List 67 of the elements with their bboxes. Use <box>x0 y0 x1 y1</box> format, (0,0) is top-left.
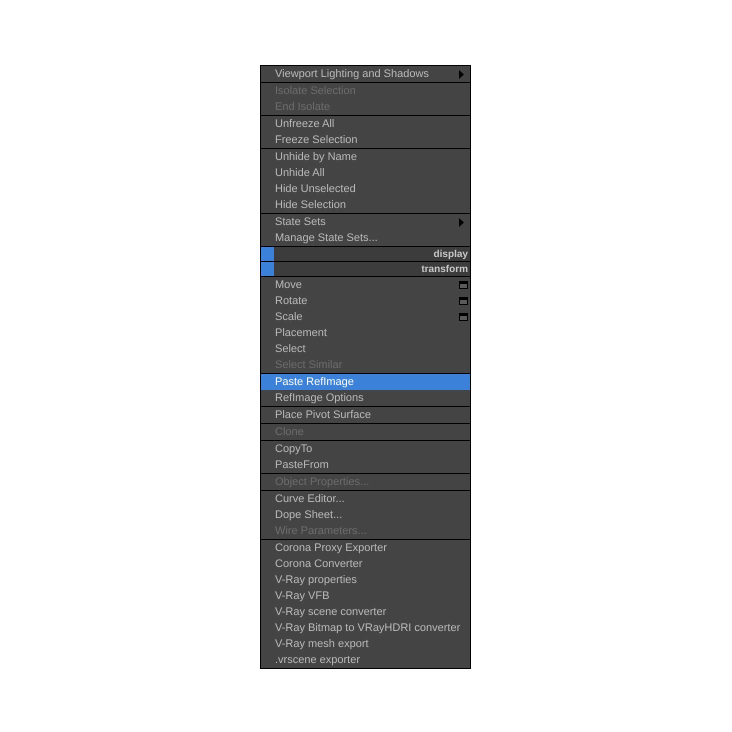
section-marker <box>261 247 274 261</box>
menu-item-label: V-Ray mesh export <box>275 638 370 650</box>
menu-item[interactable]: Freeze Selection <box>261 132 470 148</box>
menu-item[interactable]: Curve Editor... <box>261 491 470 507</box>
menu-item[interactable]: Move <box>261 277 470 293</box>
menu-item-label: Unhide by Name <box>275 151 358 163</box>
option-box-icon <box>459 297 468 305</box>
menu-item-label: Select <box>275 343 307 355</box>
menu-item[interactable]: Placement <box>261 325 470 341</box>
menu-item-label: RefImage Options <box>275 392 365 404</box>
menu-item[interactable]: State Sets <box>261 214 470 230</box>
menu-item[interactable]: Corona Converter <box>261 556 470 572</box>
menu-item-label: Move <box>275 279 303 291</box>
menu-item[interactable]: V-Ray VFB <box>261 588 470 604</box>
option-box-icon <box>459 313 468 321</box>
menu-item[interactable]: CopyTo <box>261 441 470 457</box>
menu-item-label: V-Ray Bitmap to VRayHDRI converter <box>275 622 462 634</box>
submenu-arrow-icon <box>459 218 464 226</box>
menu-item[interactable]: Select <box>261 341 470 357</box>
menu-item-label: .vrscene exporter <box>275 654 361 666</box>
menu-item[interactable]: Manage State Sets... <box>261 230 470 246</box>
menu-item[interactable]: V-Ray properties <box>261 572 470 588</box>
menu-item[interactable]: Place Pivot Surface <box>261 407 470 423</box>
menu-item-label: Freeze Selection <box>275 134 359 146</box>
menu-item-label: V-Ray VFB <box>275 590 330 602</box>
option-box-icon <box>459 281 468 289</box>
menu-item-label: V-Ray properties <box>275 574 358 586</box>
menu-item-label: Rotate <box>275 295 308 307</box>
menu-item-label: Unfreeze All <box>275 118 336 130</box>
menu-item[interactable]: Hide Unselected <box>261 181 470 197</box>
menu-item-label: Placement <box>275 327 328 339</box>
menu-item-label: Place Pivot Surface <box>275 409 372 421</box>
menu-item-label: Hide Selection <box>275 199 347 211</box>
menu-item[interactable]: Hide Selection <box>261 197 470 213</box>
menu-item[interactable]: V-Ray Bitmap to VRayHDRI converter <box>261 620 470 636</box>
section-marker <box>261 262 274 276</box>
menu-item[interactable]: V-Ray scene converter <box>261 604 470 620</box>
menu-item[interactable]: Rotate <box>261 293 470 309</box>
menu-item[interactable]: Unhide All <box>261 165 470 181</box>
menu-item-label: Corona Converter <box>275 558 364 570</box>
menu-item-label: Paste RefImage <box>275 376 355 388</box>
section-title: display <box>434 248 468 260</box>
menu-item-label: Manage State Sets... <box>275 232 379 244</box>
menu-item[interactable]: Corona Proxy Exporter <box>261 540 470 556</box>
menu-item[interactable]: Dope Sheet... <box>261 507 470 523</box>
menu-item-label: V-Ray scene converter <box>275 606 388 618</box>
menu-item-label: Hide Unselected <box>275 183 357 195</box>
section-title: transform <box>421 264 468 274</box>
menu-item-label: PasteFrom <box>275 459 330 471</box>
submenu-arrow-icon <box>459 70 464 78</box>
menu-item[interactable]: .vrscene exporter <box>261 652 470 668</box>
menu-item-label: Curve Editor... <box>275 493 346 505</box>
menu-item[interactable]: RefImage Options <box>261 390 470 406</box>
menu-item[interactable]: Viewport Lighting and Shadows <box>261 66 470 82</box>
menu-item[interactable]: V-Ray mesh export <box>261 636 470 652</box>
menu-item-label: CopyTo <box>275 443 314 455</box>
menu-item-label: Unhide All <box>275 167 326 179</box>
menu-item[interactable]: PasteFrom <box>261 457 470 473</box>
menu-item-label: Viewport Lighting and Shadows <box>275 68 430 80</box>
menu-item[interactable]: Unfreeze All <box>261 116 470 132</box>
menu-item[interactable]: Scale <box>261 309 470 325</box>
menu-item-label: Dope Sheet... <box>275 509 344 521</box>
menu-item-label: Corona Proxy Exporter <box>275 542 388 554</box>
menu-item-label: Scale <box>275 311 304 323</box>
menu-item-label: State Sets <box>275 216 327 228</box>
menu-item[interactable]: Paste RefImage <box>261 374 470 390</box>
menu-item[interactable]: Unhide by Name <box>261 149 470 165</box>
